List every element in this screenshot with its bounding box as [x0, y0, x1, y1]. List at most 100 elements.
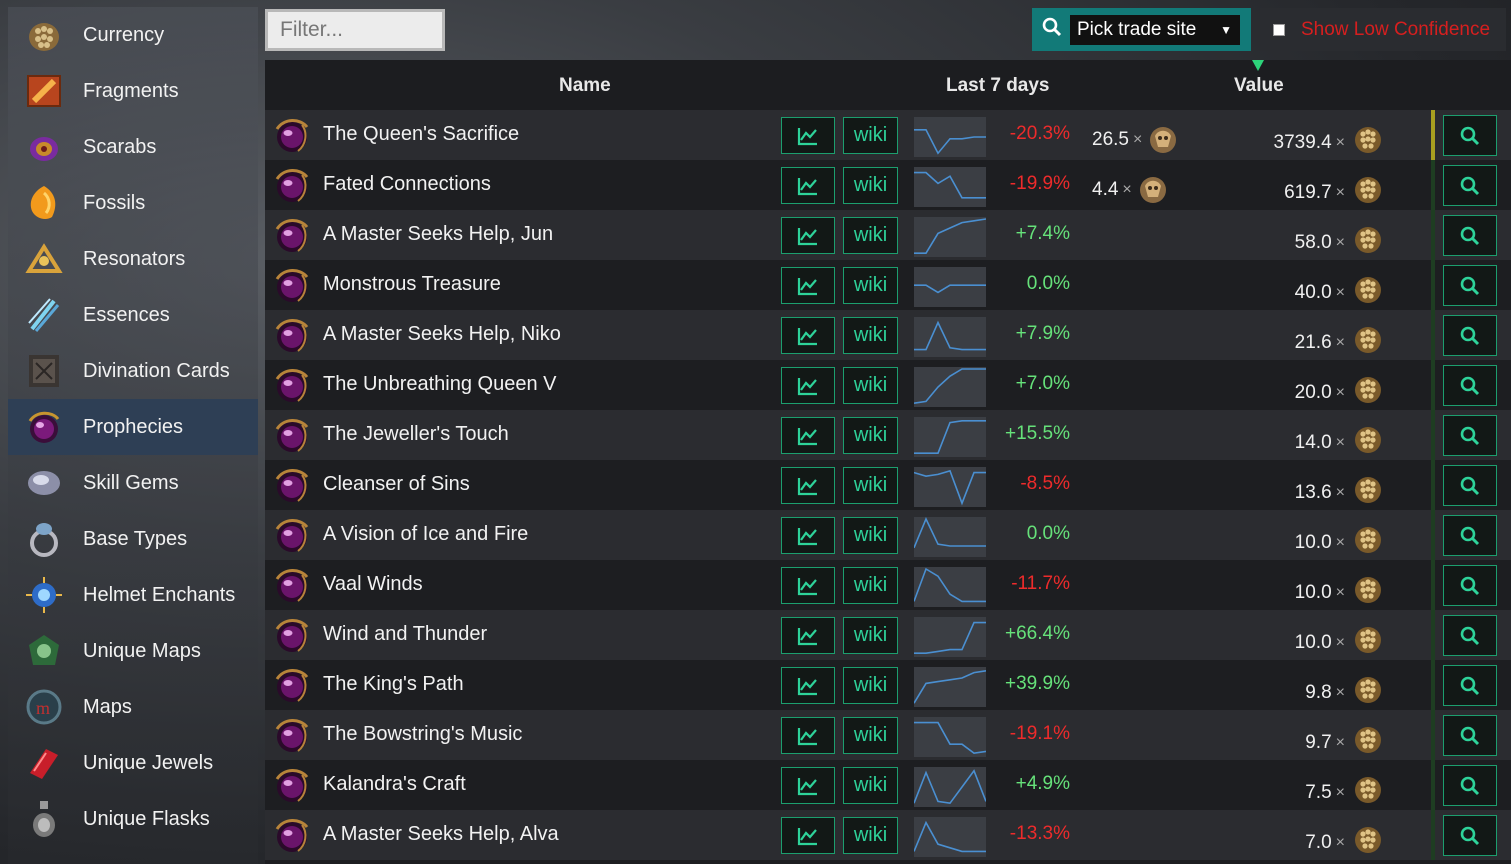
wiki-button[interactable]: wiki [843, 217, 898, 254]
search-icon [1042, 17, 1062, 42]
confidence-indicator [1431, 710, 1435, 760]
trade-search-button[interactable] [1443, 415, 1497, 456]
wiki-button[interactable]: wiki [843, 167, 898, 204]
trade-search-button[interactable] [1443, 165, 1497, 206]
wiki-button[interactable]: wiki [843, 617, 898, 654]
item-name[interactable]: Vaal Winds [323, 573, 423, 596]
wiki-button[interactable]: wiki [843, 517, 898, 554]
chart-button[interactable] [781, 717, 835, 754]
chart-button[interactable] [781, 317, 835, 354]
item-name[interactable]: A Master Seeks Help, Alva [323, 823, 559, 846]
prophecy-icon [272, 765, 312, 805]
trade-search-button[interactable] [1443, 265, 1497, 306]
sidebar-item-unique-jewels[interactable]: Unique Jewels [8, 735, 258, 791]
sidebar-item-base-types[interactable]: Base Types [8, 511, 258, 567]
chaos-value: 3739.4 × [1225, 123, 1385, 163]
chart-button[interactable] [781, 117, 835, 154]
trade-search-button[interactable] [1443, 765, 1497, 806]
chart-icon [797, 726, 819, 746]
chart-button[interactable] [781, 167, 835, 204]
trade-search-button[interactable] [1443, 565, 1497, 606]
sidebar-item-label: Fossils [83, 191, 146, 214]
wiki-button[interactable]: wiki [843, 567, 898, 604]
sidebar-item-label: Divination Cards [83, 359, 230, 382]
trade-site-select[interactable]: Pick trade site ▼ [1070, 14, 1240, 45]
filter-input[interactable]: Filter... [265, 9, 445, 51]
item-name[interactable]: Monstrous Treasure [323, 273, 501, 296]
trade-search-button[interactable] [1443, 465, 1497, 506]
wiki-button[interactable]: wiki [843, 667, 898, 704]
wiki-button[interactable]: wiki [843, 467, 898, 504]
name-column-header[interactable]: Name [559, 75, 611, 97]
wiki-button[interactable]: wiki [843, 117, 898, 154]
item-name[interactable]: A Master Seeks Help, Niko [323, 323, 561, 346]
prophecy-table: Name Last 7 days Value The Queen's Sacri… [265, 60, 1511, 864]
sidebar-item-fossils[interactable]: Fossils [8, 175, 258, 231]
low-confidence-checkbox[interactable] [1273, 23, 1285, 36]
item-name[interactable]: A Vision of Ice and Fire [323, 523, 528, 546]
chart-button[interactable] [781, 817, 835, 854]
item-name[interactable]: Fated Connections [323, 173, 491, 196]
item-name[interactable]: The Unbreathing Queen V [323, 373, 557, 396]
sidebar-item-currency[interactable]: Currency [8, 7, 258, 63]
item-name[interactable]: The Jeweller's Touch [323, 423, 509, 446]
trade-search-button[interactable] [1443, 365, 1497, 406]
trade-search-button[interactable] [1443, 215, 1497, 256]
sidebar-item-resonators[interactable]: Resonators [8, 231, 258, 287]
change-percent: +7.9% [1015, 323, 1070, 344]
wiki-button[interactable]: wiki [843, 417, 898, 454]
confidence-indicator [1431, 360, 1435, 410]
sidebar-item-divination-cards[interactable]: Divination Cards [8, 343, 258, 399]
wiki-button[interactable]: wiki [843, 817, 898, 854]
chart-icon [797, 176, 819, 196]
chart-icon [797, 826, 819, 846]
low-confidence-toggle[interactable]: Show Low Confidence [1260, 8, 1506, 51]
last7-column-header[interactable]: Last 7 days [946, 75, 1050, 97]
sidebar-item-prophecies[interactable]: Prophecies [8, 399, 258, 455]
trade-search-button[interactable] [1443, 115, 1497, 156]
chaos-amount: 40.0 [1294, 282, 1332, 303]
confidence-indicator [1431, 810, 1435, 860]
item-name[interactable]: The Bowstring's Music [323, 723, 522, 746]
wiki-button[interactable]: wiki [843, 717, 898, 754]
trade-search-button[interactable] [1443, 315, 1497, 356]
item-name[interactable]: Wind and Thunder [323, 623, 487, 646]
sidebar-item-unique-maps[interactable]: Unique Maps [8, 623, 258, 679]
confidence-indicator [1431, 460, 1435, 510]
chart-button[interactable] [781, 567, 835, 604]
chaos-value: 7.5 × [1225, 773, 1385, 813]
value-column-header[interactable]: Value [1234, 75, 1284, 97]
sidebar-item-scarabs[interactable]: Scarabs [8, 119, 258, 175]
sidebar-item-essences[interactable]: Essences [8, 287, 258, 343]
chaos-orb-icon [1351, 773, 1385, 813]
trade-search-button[interactable] [1443, 515, 1497, 556]
trade-search-button[interactable] [1443, 715, 1497, 756]
chart-button[interactable] [781, 367, 835, 404]
item-name[interactable]: The King's Path [323, 673, 464, 696]
chart-button[interactable] [781, 417, 835, 454]
trade-search-button[interactable] [1443, 815, 1497, 856]
item-name[interactable]: Cleanser of Sins [323, 473, 470, 496]
trade-search-button[interactable] [1443, 665, 1497, 706]
chart-button[interactable] [781, 517, 835, 554]
sidebar-item-helmet-enchants[interactable]: Helmet Enchants [8, 567, 258, 623]
exalted-orb-icon [1136, 173, 1170, 207]
wiki-button[interactable]: wiki [843, 317, 898, 354]
sidebar-item-maps[interactable]: m Maps [8, 679, 258, 735]
chart-button[interactable] [781, 217, 835, 254]
chart-button[interactable] [781, 467, 835, 504]
wiki-button[interactable]: wiki [843, 767, 898, 804]
chart-button[interactable] [781, 767, 835, 804]
wiki-button[interactable]: wiki [843, 367, 898, 404]
sidebar-item-skill-gems[interactable]: Skill Gems [8, 455, 258, 511]
chart-button[interactable] [781, 667, 835, 704]
wiki-button[interactable]: wiki [843, 267, 898, 304]
item-name[interactable]: A Master Seeks Help, Jun [323, 223, 553, 246]
item-name[interactable]: Kalandra's Craft [323, 773, 466, 796]
sidebar-item-unique-flasks[interactable]: Unique Flasks [8, 791, 258, 847]
item-name[interactable]: The Queen's Sacrifice [323, 123, 519, 146]
trade-search-button[interactable] [1443, 615, 1497, 656]
sidebar-item-fragments[interactable]: Fragments [8, 63, 258, 119]
chart-button[interactable] [781, 267, 835, 304]
chart-button[interactable] [781, 617, 835, 654]
